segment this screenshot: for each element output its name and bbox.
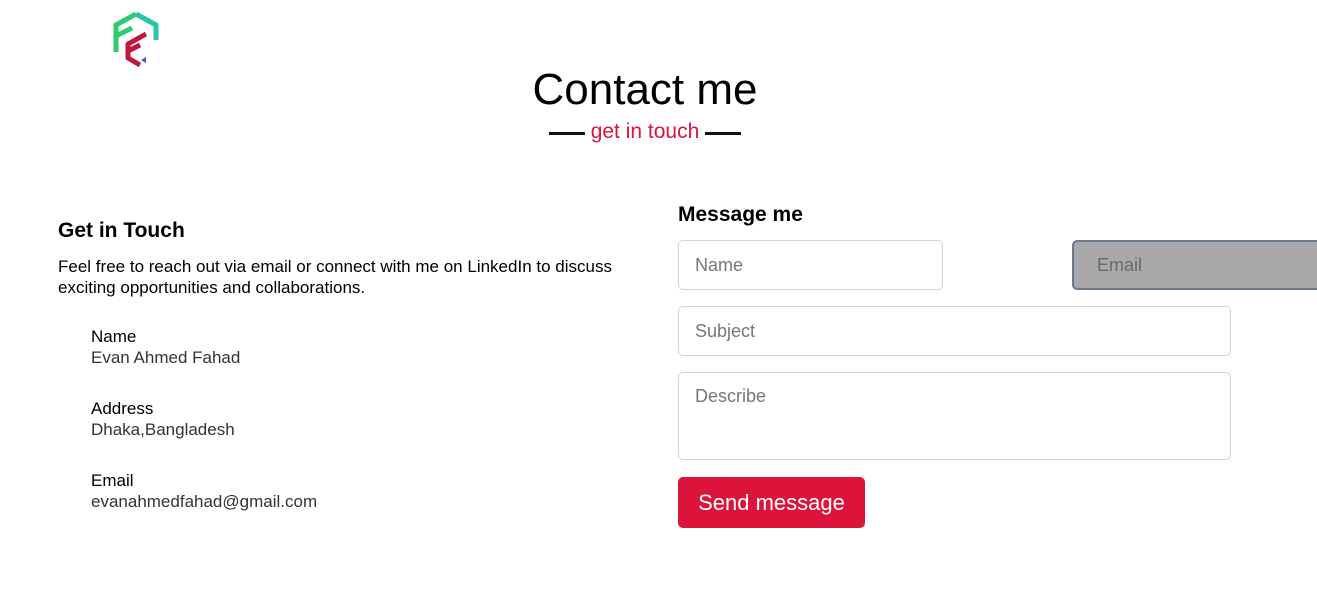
subtitle-row: get in touch [0, 118, 1290, 146]
email-input[interactable] [1072, 240, 1317, 290]
contact-info-heading: Get in Touch [58, 219, 185, 242]
info-label: Address [91, 399, 154, 418]
logo-icon[interactable] [110, 10, 162, 70]
info-value: evanahmedfahad@gmail.com [91, 492, 318, 511]
page-title: Contact me [532, 65, 758, 114]
info-item-email: Email evanahmedfahad@gmail.com [91, 470, 612, 512]
contact-info-list: Name Evan Ahmed Fahad Address Dhaka,Bang… [58, 326, 612, 512]
subtitle-left-bar [548, 132, 585, 135]
info-item-address: Address Dhaka,Bangladesh [91, 398, 612, 440]
name-input[interactable] [678, 240, 943, 290]
subtitle-right-bar [705, 132, 742, 135]
info-item-name: Name Evan Ahmed Fahad [91, 326, 612, 368]
describe-textarea[interactable] [678, 372, 1231, 460]
send-message-button[interactable]: Send message [678, 477, 865, 528]
message-form-heading: Message me [678, 203, 803, 226]
info-label: Name [91, 327, 137, 346]
subject-input[interactable] [678, 306, 1231, 356]
contact-info-section: Get in Touch Feel free to reach out via … [58, 216, 612, 542]
contact-info-intro: Feel free to reach out via email or conn… [58, 257, 612, 297]
message-form-section: Message me [678, 200, 1238, 230]
info-label: Email [91, 471, 134, 490]
info-value: Dhaka,Bangladesh [91, 420, 235, 439]
page-subtitle: get in touch [590, 120, 700, 143]
info-value: Evan Ahmed Fahad [91, 348, 241, 367]
